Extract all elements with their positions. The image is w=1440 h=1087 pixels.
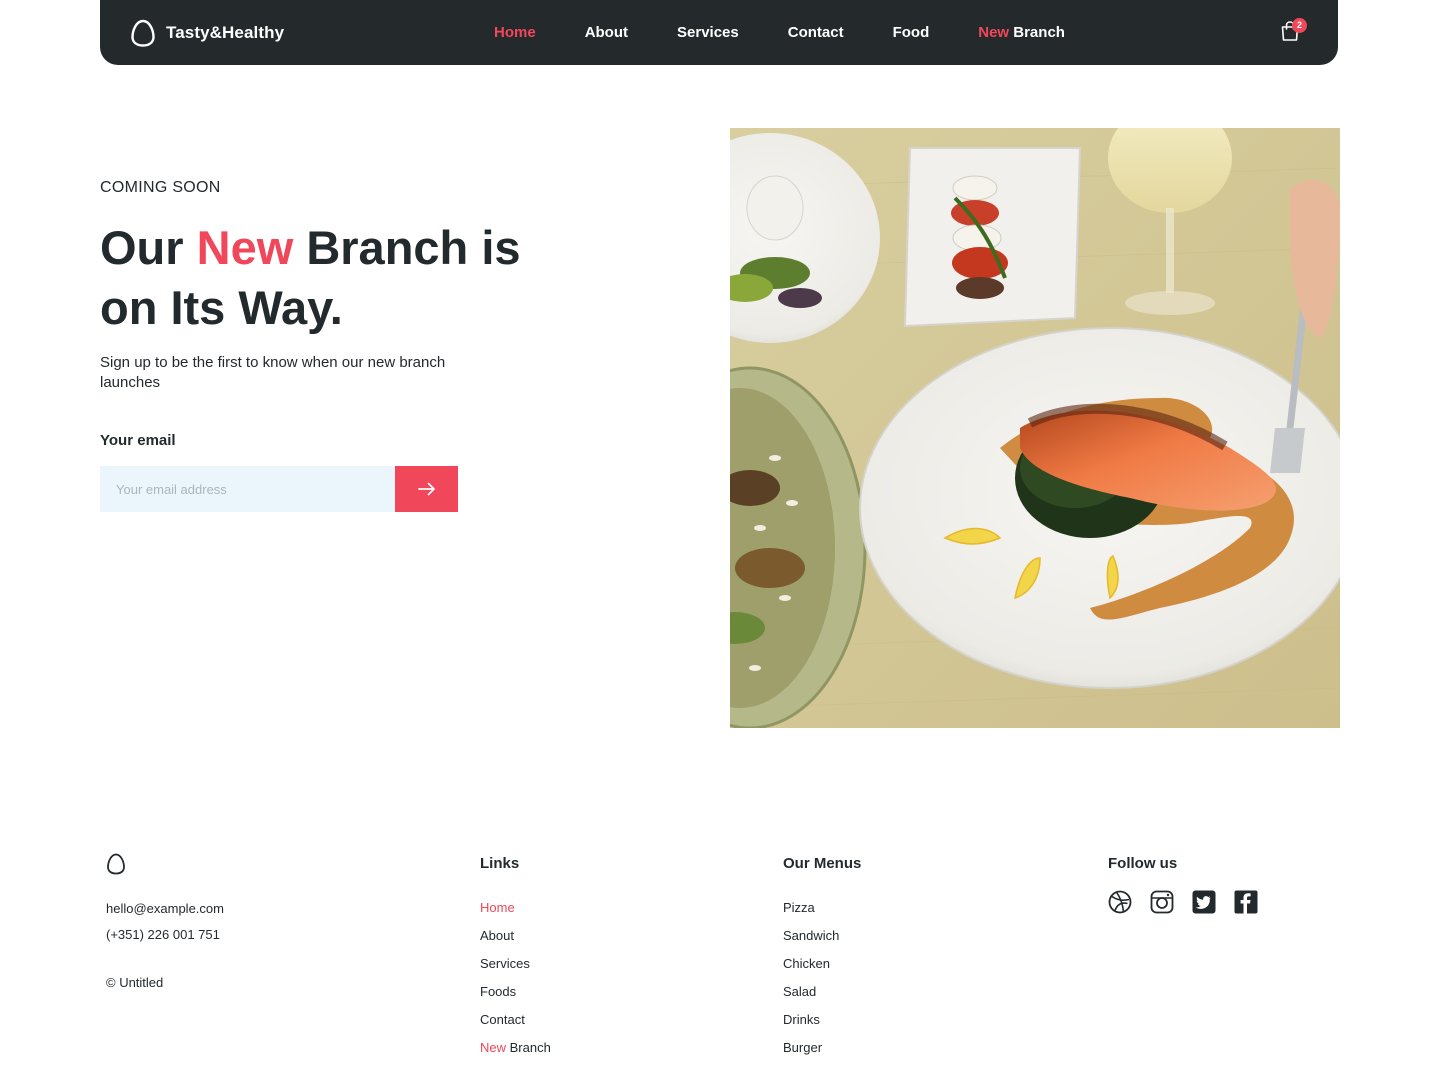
footer-menu-drinks[interactable]: Drinks	[783, 1006, 861, 1034]
nav-item-contact[interactable]: Contact	[788, 24, 844, 41]
nav-item-new-branch[interactable]: New Branch	[978, 24, 1065, 41]
arrow-right-icon	[417, 482, 435, 496]
cart-count-badge: 2	[1292, 18, 1307, 33]
brand-logo[interactable]: Tasty&Healthy	[130, 18, 284, 48]
nav-item-food[interactable]: Food	[893, 24, 930, 41]
footer-links-column: Links Home About Services Foods Contact …	[480, 855, 551, 1062]
main-nav: Home About Services Contact Food New Bra…	[494, 0, 1065, 65]
nav-item-home[interactable]: Home	[494, 24, 536, 41]
hero-subtitle: Sign up to be the first to know when our…	[100, 354, 446, 391]
brand-name: Tasty&Healthy	[166, 23, 285, 42]
footer-link-about[interactable]: About	[480, 922, 551, 950]
footer-menu-burger[interactable]: Burger	[783, 1034, 861, 1062]
email-label: Your email	[100, 432, 176, 449]
page-title: Our New Branch is on Its Way.	[100, 218, 540, 338]
footer-contact: hello@example.com (+351) 226 001 751	[106, 896, 224, 948]
coming-soon-label: COMING SOON	[100, 179, 221, 196]
footer-egg-logo-icon	[107, 853, 125, 875]
footer-menus-title: Our Menus	[783, 855, 862, 872]
hero-food-photo	[730, 128, 1340, 728]
footer-follow-title: Follow us	[1108, 855, 1178, 872]
footer-menus-column: Our Menus Pizza Sandwich Chicken Salad D…	[783, 855, 861, 1062]
title-part1: Our	[100, 221, 184, 274]
footer-link-contact[interactable]: Contact	[480, 1006, 551, 1034]
submit-email-button[interactable]	[395, 466, 458, 512]
footer-link-services[interactable]: Services	[480, 950, 551, 978]
nav-branch-accent: New	[978, 24, 1010, 41]
footer-menu-salad[interactable]: Salad	[783, 978, 861, 1006]
email-input[interactable]	[100, 466, 395, 512]
egg-logo-icon	[131, 19, 155, 47]
nav-item-about[interactable]: About	[585, 24, 628, 41]
footer-menu-pizza[interactable]: Pizza	[783, 894, 861, 922]
footer-links-title: Links	[480, 855, 520, 872]
footer-follow-column: Follow us	[1108, 855, 1258, 914]
footer-link-new-branch[interactable]: New Branch	[480, 1034, 551, 1062]
footer-menu-sandwich[interactable]: Sandwich	[783, 922, 861, 950]
instagram-icon[interactable]	[1150, 890, 1174, 914]
facebook-icon[interactable]	[1234, 890, 1258, 914]
footer-menu-chicken[interactable]: Chicken	[783, 950, 861, 978]
navbar: Tasty&Healthy Home About Services Contac…	[100, 0, 1338, 65]
nav-item-services[interactable]: Services	[677, 24, 739, 41]
social-links	[1108, 890, 1258, 914]
nav-branch-label: Branch	[1013, 24, 1065, 41]
twitter-icon[interactable]	[1192, 890, 1216, 914]
footer-phone[interactable]: (+351) 226 001 751	[106, 922, 224, 948]
cart-button[interactable]: 2	[1280, 18, 1307, 44]
footer-copyright: © Untitled	[106, 975, 164, 990]
footer-branch-label: Branch	[509, 1040, 551, 1055]
title-accent: New	[196, 221, 294, 274]
footer-link-home[interactable]: Home	[480, 894, 551, 922]
dribbble-icon[interactable]	[1108, 890, 1132, 914]
footer-link-foods[interactable]: Foods	[480, 978, 551, 1006]
footer-email[interactable]: hello@example.com	[106, 896, 224, 922]
footer-branch-accent: New	[480, 1040, 507, 1055]
